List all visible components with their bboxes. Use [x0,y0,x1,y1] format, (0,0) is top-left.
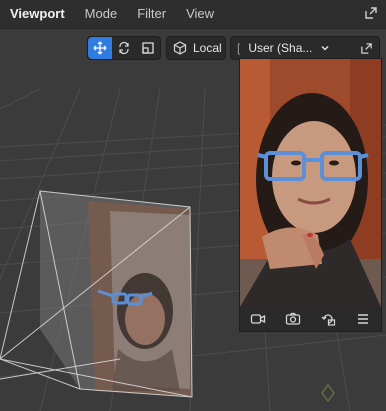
menu-view[interactable]: View [176,0,224,28]
camera-popout-icon[interactable] [360,42,373,55]
video-camera-icon [250,314,265,324]
menu-filter[interactable]: Filter [127,0,176,28]
camera-preview-image [240,59,381,307]
camera-select[interactable]: [ User (Sha... [230,36,380,60]
camera-preview-panel [239,58,382,332]
menu-icon [358,314,369,324]
camera-menu-button[interactable] [354,310,372,328]
chevron-down-icon [321,45,329,51]
camera-panel-footer [240,307,381,331]
rotate-tool-button[interactable] [112,37,136,59]
space-label: Local [193,41,222,55]
space-toggle-button[interactable]: Local [166,36,226,60]
snapshot-icon [285,312,301,325]
menu-mode[interactable]: Mode [75,0,128,28]
transform-tools [87,36,161,60]
camera-select-bracket: [ [237,41,241,55]
scale-tool-button[interactable] [136,37,160,59]
rotate-camera-button[interactable] [319,310,337,328]
camera-select-label: User (Sha... [248,41,313,55]
move-icon [93,41,107,55]
move-tool-button[interactable] [88,37,112,59]
cube-icon [173,41,187,55]
scale-icon [142,42,154,54]
video-camera-button[interactable] [249,310,267,328]
rotate-camera-icon [321,314,336,326]
rotate-icon [119,41,129,55]
snapshot-button[interactable] [284,310,302,328]
menu-viewport[interactable]: Viewport [0,0,75,28]
menu-bar: Viewport Mode Filter View [0,0,386,29]
popout-icon[interactable] [364,6,378,20]
